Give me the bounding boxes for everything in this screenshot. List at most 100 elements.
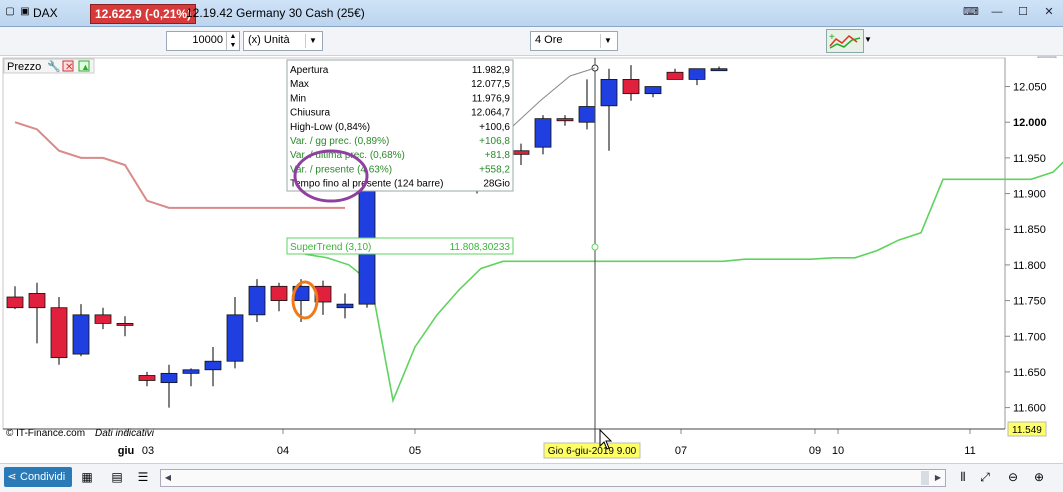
price-tick-label: 11.900	[1013, 189, 1046, 201]
date-tick-label: 11	[964, 445, 975, 457]
date-tick-label: giu	[118, 445, 135, 457]
tooltip-row-label: Max	[290, 79, 309, 90]
candle-body	[6, 296, 24, 309]
window-buttons: ⌨ — ☐ ✕	[961, 5, 1059, 19]
candle-body	[94, 314, 112, 324]
remove-icon-glyph: ✕	[65, 62, 73, 73]
candle-body	[688, 68, 706, 80]
title-bar: ▢ ▣ DAX 12.622,9 (-0,21%) 12.19.42 Germa…	[0, 0, 1063, 27]
bottom-bar: ⋖ Condividi ▦ ▤ ☰ ◀ ▶ ⫴ ⤢ ⊖ ⊕	[0, 463, 1063, 492]
ticker-symbol: DAX	[33, 6, 58, 20]
candle-body	[226, 314, 244, 362]
candle-body	[622, 79, 640, 95]
arrow-up-icon-glyph: ▲	[81, 62, 90, 72]
scrollbar-thumb[interactable]	[921, 471, 929, 485]
candle-body	[28, 293, 46, 309]
candle-body	[138, 375, 156, 381]
price-tick-label: 11.700	[1013, 331, 1046, 343]
unit-select-value: (x) Unità	[248, 34, 290, 46]
price-tick-label: 11.850	[1013, 224, 1046, 236]
price-tick-label: 11.800	[1013, 260, 1046, 272]
price-tick-label: 11.950	[1013, 153, 1046, 165]
indicator-chart-icon: +	[829, 32, 861, 49]
tooltip-row-value: 28Gio	[483, 179, 510, 190]
candle-body	[666, 71, 684, 80]
date-tick-label: 07	[675, 445, 687, 457]
candle-body	[50, 307, 68, 359]
window-icon[interactable]: ▣	[19, 5, 31, 19]
tooltip-row-label: Apertura	[290, 65, 329, 76]
price-tick-label: 12.000	[1013, 117, 1047, 129]
candle-body	[160, 372, 178, 384]
tooltip-row-value: 12.077,5	[471, 79, 510, 90]
tooltip-row-value: 11.982,9	[472, 65, 511, 76]
date-tick-label: 05	[409, 445, 421, 457]
document-icon[interactable]: ▤	[108, 468, 126, 486]
candle-body	[72, 314, 90, 355]
candle-body	[644, 86, 662, 95]
minimize-icon[interactable]: —	[987, 5, 1007, 19]
tooltip-row-label: Var. / gg prec. (0,89%)	[290, 136, 389, 147]
toolbar: 10000 ▲ ▼ (x) Unità ▼ 4 Ore ▼ + ▼	[0, 27, 1063, 82]
page-icon: ▢	[5, 6, 15, 17]
scroll-right-icon[interactable]: ▶	[931, 470, 945, 486]
price-badge: 12.622,9 (-0,21%)	[90, 4, 197, 24]
title-icons: ▢ ▣	[4, 5, 31, 19]
window-title: 12.19.42 Germany 30 Cash (25€)	[186, 6, 365, 20]
close-icon[interactable]: ✕	[1039, 5, 1059, 19]
chevron-down-icon[interactable]: ▼	[305, 34, 320, 48]
timeframe-select[interactable]: 4 Ore ▼	[530, 31, 618, 51]
date-tick-label: 04	[277, 445, 289, 457]
tooltip-row-value: 12.064,7	[471, 108, 510, 119]
keyboard-icon[interactable]: ⌨	[961, 5, 981, 19]
share-button[interactable]: ⋖ Condividi	[4, 467, 72, 487]
unit-select[interactable]: (x) Unità ▼	[243, 31, 323, 51]
supertrend-label: SuperTrend (3,10) 11.808,30233	[286, 237, 514, 255]
price-label: Prezzo	[7, 61, 41, 73]
copyright-text: © IT-Finance.com	[6, 428, 85, 439]
candle-body	[204, 360, 222, 371]
scroll-left-icon[interactable]: ◀	[161, 470, 175, 486]
bars-icon[interactable]: ☰	[134, 468, 152, 486]
crosshair-date-value: Gio 6-giu-2019 9.00	[548, 446, 637, 457]
price-tick-label: 11.650	[1013, 367, 1046, 379]
grid-icon[interactable]: ▦	[78, 468, 96, 486]
candle-body	[534, 118, 552, 148]
indicators-button[interactable]: +	[826, 29, 864, 53]
share-icon: ⋖	[7, 471, 17, 483]
quantity-stepper[interactable]: 10000 ▲ ▼	[166, 31, 240, 51]
date-tick-label: 09	[809, 445, 821, 457]
tooltip-row-label: Min	[290, 93, 306, 104]
horizontal-scrollbar[interactable]: ◀ ▶	[160, 469, 946, 487]
svg-text:+: +	[829, 32, 835, 43]
chevron-down-icon[interactable]: ▼	[862, 29, 874, 51]
date-tick-label: 03	[142, 445, 154, 457]
price-tick-label: 11.750	[1013, 296, 1046, 308]
spin-arrows-icon[interactable]: ▲ ▼	[226, 32, 239, 50]
tooltip-row-value: 11.976,9	[472, 93, 511, 104]
wrench-icon[interactable]: 🔧	[47, 59, 61, 73]
date-tick-label: 10	[832, 445, 844, 457]
tooltip-row-label: Chiusura	[290, 108, 330, 119]
maximize-icon[interactable]: ☐	[1013, 5, 1033, 19]
tooltip-row-value: +558,2	[479, 164, 510, 175]
zoom-fit-icon[interactable]: ⤢	[976, 468, 994, 486]
candle-body	[600, 79, 618, 107]
chevron-down-icon[interactable]: ▼	[600, 34, 615, 48]
supertrend-label-value: 11.808,30233	[450, 242, 511, 253]
candle-body	[248, 285, 266, 316]
bars-icon[interactable]: ⫴	[954, 468, 972, 486]
tooltip-row-value: +106,8	[479, 136, 510, 147]
zoom-in-icon[interactable]: ⊕	[1030, 468, 1048, 486]
supertrend-label-name: SuperTrend (3,10)	[290, 242, 371, 253]
candle-body	[578, 106, 596, 123]
crosshair-point-supertrend	[591, 243, 599, 251]
candle-body	[512, 150, 530, 155]
timeframe-select-value: 4 Ore	[535, 34, 563, 46]
chart-area[interactable]: 12.050 12.000 11.950 11.900 11.850 11.800 11.7…	[0, 56, 1063, 460]
zoom-out-icon[interactable]: ⊖	[1004, 468, 1022, 486]
price-tick-label: 12.050	[1013, 82, 1047, 94]
price-chart[interactable]: 12.050 12.000 11.950 11.900 11.850 11.800 11.7…	[0, 56, 1063, 460]
last-price-value: 11.549	[1012, 425, 1042, 436]
price-label-box[interactable]: Prezzo 🔧 ✕ ▲	[3, 58, 95, 74]
